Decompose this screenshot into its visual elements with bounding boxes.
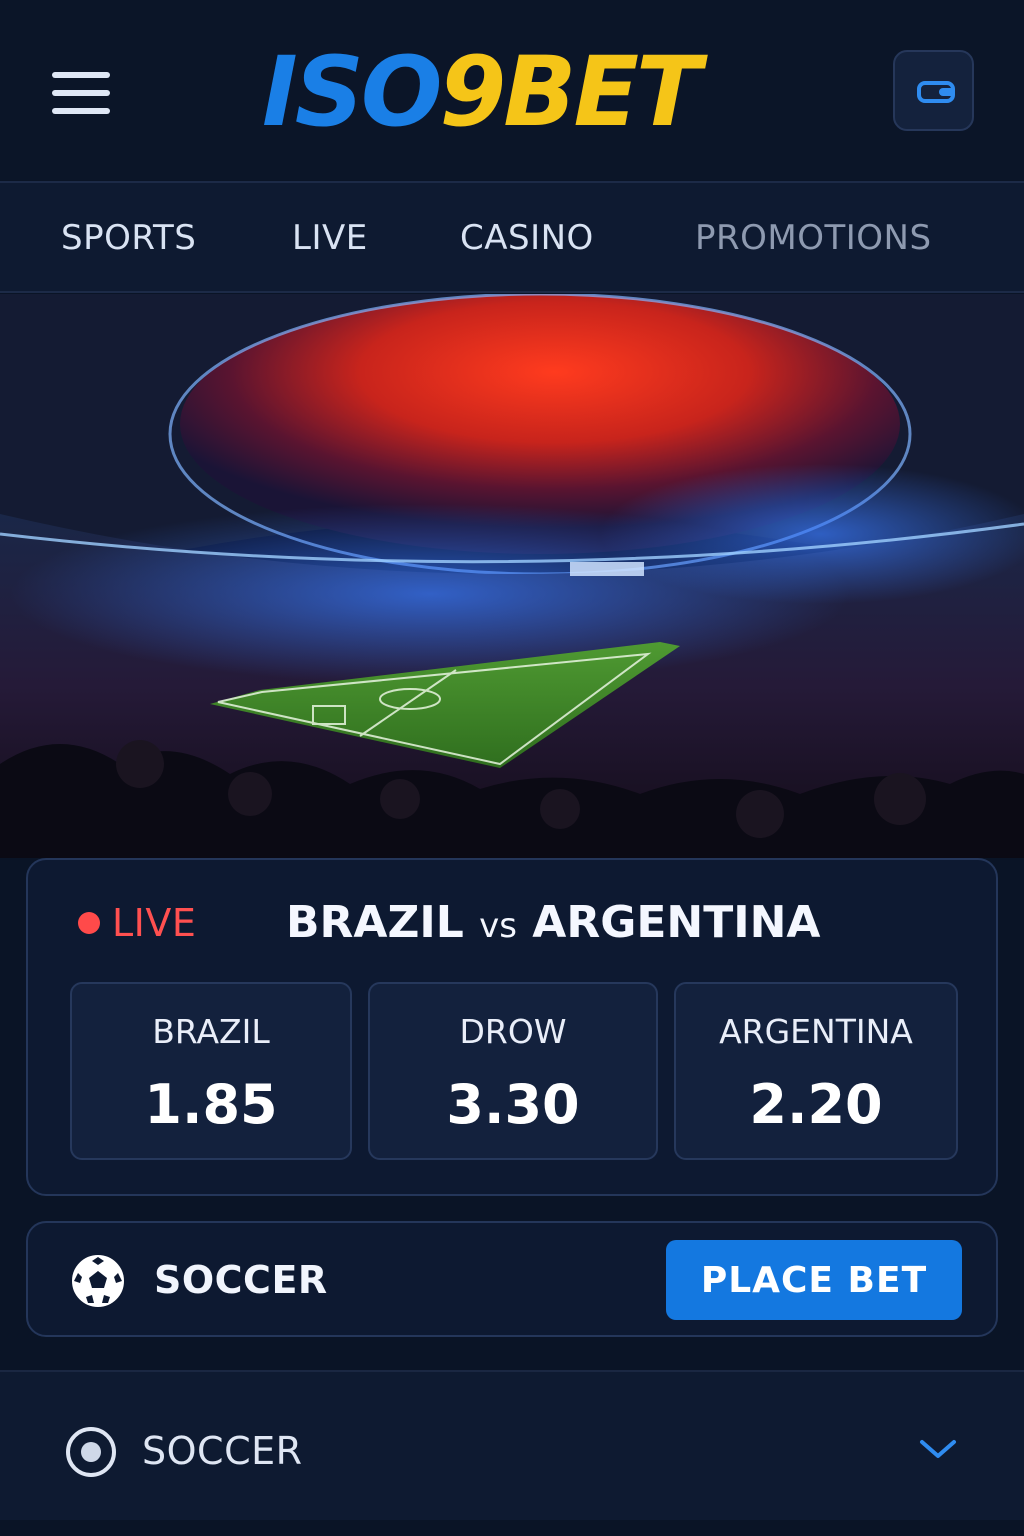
odds-price: 2.20 bbox=[749, 1073, 883, 1136]
sport-selector[interactable]: SOCCER bbox=[0, 1370, 1024, 1520]
main-nav: SPORTS LIVE CASINO PROMOTIONS bbox=[0, 181, 1024, 293]
bet-bar: SOCCER PLACE BET bbox=[26, 1221, 998, 1337]
soccer-ball-icon bbox=[72, 1255, 124, 1307]
odds-label: BRAZIL bbox=[152, 1012, 270, 1051]
odds-price: 1.85 bbox=[144, 1073, 278, 1136]
odds-button-home[interactable]: BRAZIL 1.85 bbox=[70, 982, 352, 1160]
sport-selector-label: SOCCER bbox=[142, 1429, 303, 1473]
radio-icon bbox=[66, 1427, 116, 1477]
wallet-button[interactable] bbox=[893, 50, 974, 131]
live-match-card: LIVE BRAZIL vs ARGENTINA BRAZIL 1.85 DRO… bbox=[26, 858, 998, 1196]
odds-button-draw[interactable]: DROW 3.30 bbox=[368, 982, 658, 1160]
odds-button-away[interactable]: ARGENTINA 2.20 bbox=[674, 982, 958, 1160]
match-title: BRAZIL vs ARGENTINA bbox=[286, 896, 821, 953]
sport-label: SOCCER bbox=[154, 1258, 328, 1302]
live-dot-icon bbox=[78, 912, 100, 934]
stadium-illustration bbox=[0, 294, 1024, 858]
nav-item-casino[interactable]: CASINO bbox=[460, 217, 594, 259]
nav-item-sports[interactable]: SPORTS bbox=[61, 217, 196, 259]
app-header: ISO9BET bbox=[0, 0, 1024, 180]
logo-text-9bet: 9BET bbox=[439, 36, 701, 148]
odds-label: ARGENTINA bbox=[719, 1012, 913, 1051]
odds-price: 3.30 bbox=[446, 1073, 580, 1136]
away-team: ARGENTINA bbox=[532, 897, 821, 948]
odds-label: DROW bbox=[459, 1012, 567, 1051]
brand-logo[interactable]: ISO9BET bbox=[262, 42, 702, 142]
nav-item-live[interactable]: LIVE bbox=[292, 217, 368, 259]
vs-label: vs bbox=[479, 906, 517, 946]
hero-stadium-image bbox=[0, 294, 1024, 858]
live-badge: LIVE bbox=[112, 901, 197, 945]
wallet-icon bbox=[917, 81, 955, 103]
chevron-down-icon bbox=[920, 1440, 956, 1458]
hamburger-menu-icon[interactable] bbox=[52, 68, 112, 118]
logo-text-iso: ISO bbox=[262, 36, 442, 148]
home-team: BRAZIL bbox=[286, 897, 464, 948]
nav-item-promotions[interactable]: PROMOTIONS bbox=[695, 217, 932, 259]
place-bet-button[interactable]: PLACE BET bbox=[666, 1240, 962, 1320]
